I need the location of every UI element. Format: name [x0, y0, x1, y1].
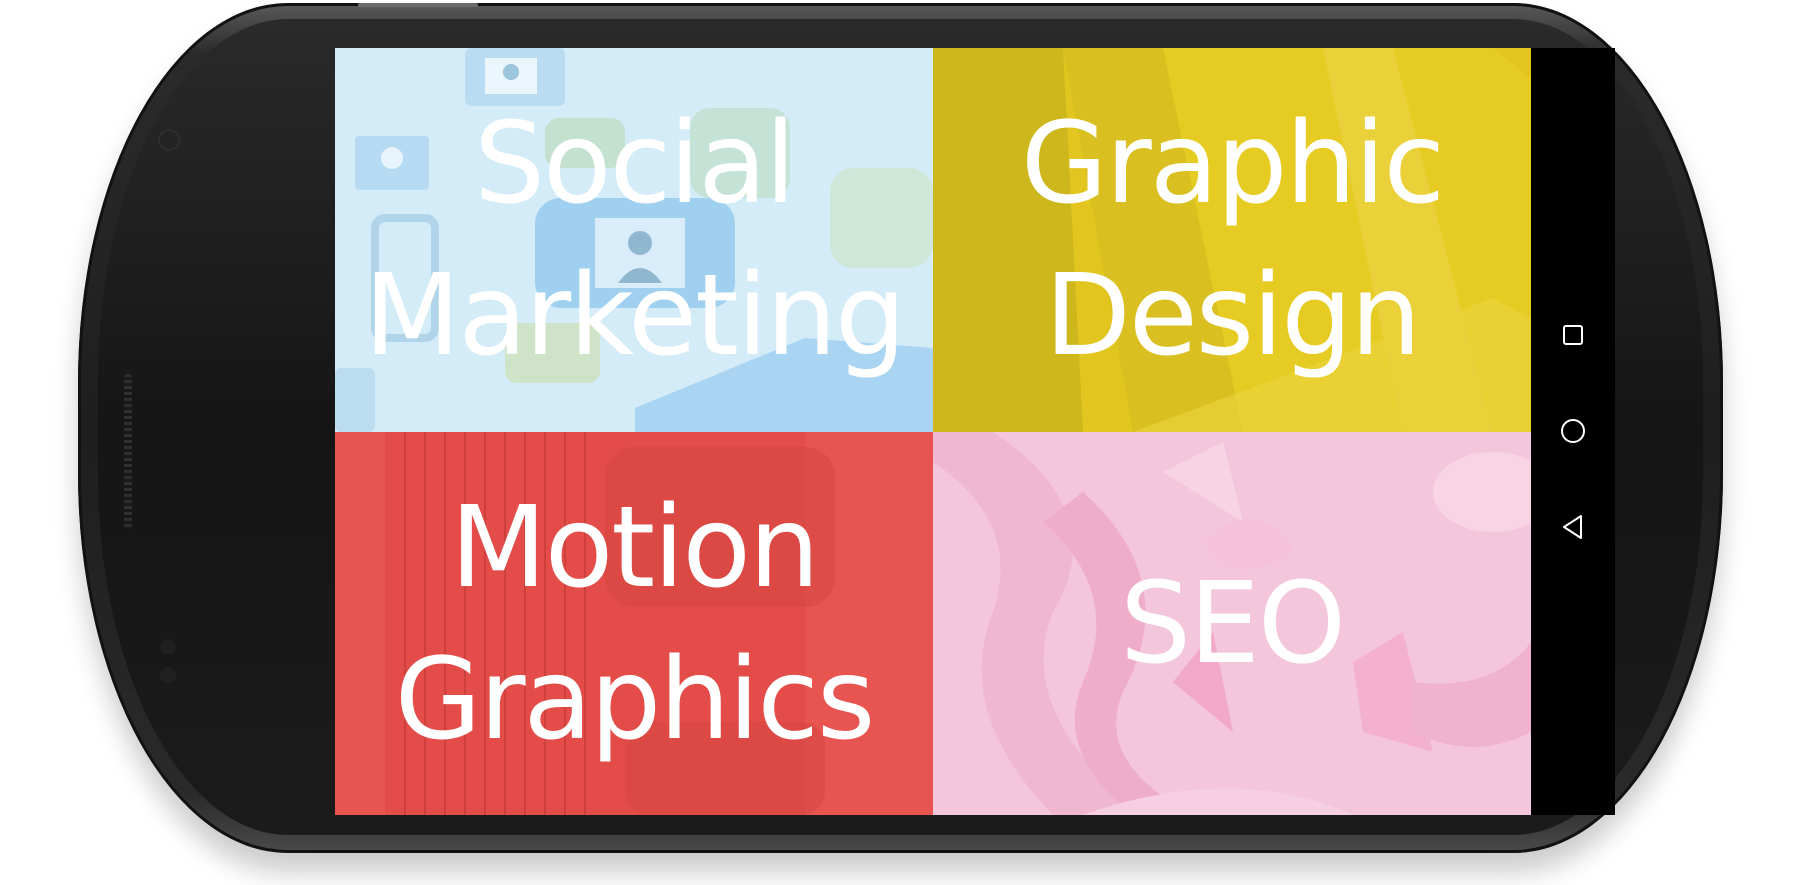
tile-motion-graphics-label: Motion Graphics	[394, 482, 876, 765]
light-sensor	[160, 667, 176, 683]
phone-device: Social Marketing Graphic Design Motion G…	[78, 3, 1723, 853]
recents-button[interactable]	[1531, 305, 1615, 365]
home-button[interactable]	[1531, 401, 1615, 461]
proximity-sensor	[160, 639, 176, 655]
back-icon	[1563, 515, 1582, 539]
tile-seo-label: SEO	[1119, 558, 1346, 689]
tile-seo[interactable]: SEO	[933, 432, 1531, 815]
tile-social-marketing-label: Social Marketing	[363, 99, 906, 381]
back-button[interactable]	[1531, 497, 1615, 557]
device-screen: Social Marketing Graphic Design Motion G…	[335, 48, 1615, 815]
tile-social-marketing[interactable]: Social Marketing	[335, 48, 933, 432]
category-grid: Social Marketing Graphic Design Motion G…	[335, 48, 1531, 815]
tile-graphic-design-label: Graphic Design	[1020, 99, 1445, 381]
tile-motion-graphics[interactable]: Motion Graphics	[335, 432, 933, 815]
device-top-edge	[358, 3, 478, 7]
recents-icon	[1563, 325, 1583, 345]
speaker-grille	[124, 374, 132, 529]
home-icon	[1561, 419, 1585, 443]
front-camera	[158, 129, 180, 151]
android-nav-bar	[1531, 48, 1615, 815]
tile-graphic-design[interactable]: Graphic Design	[933, 48, 1531, 432]
